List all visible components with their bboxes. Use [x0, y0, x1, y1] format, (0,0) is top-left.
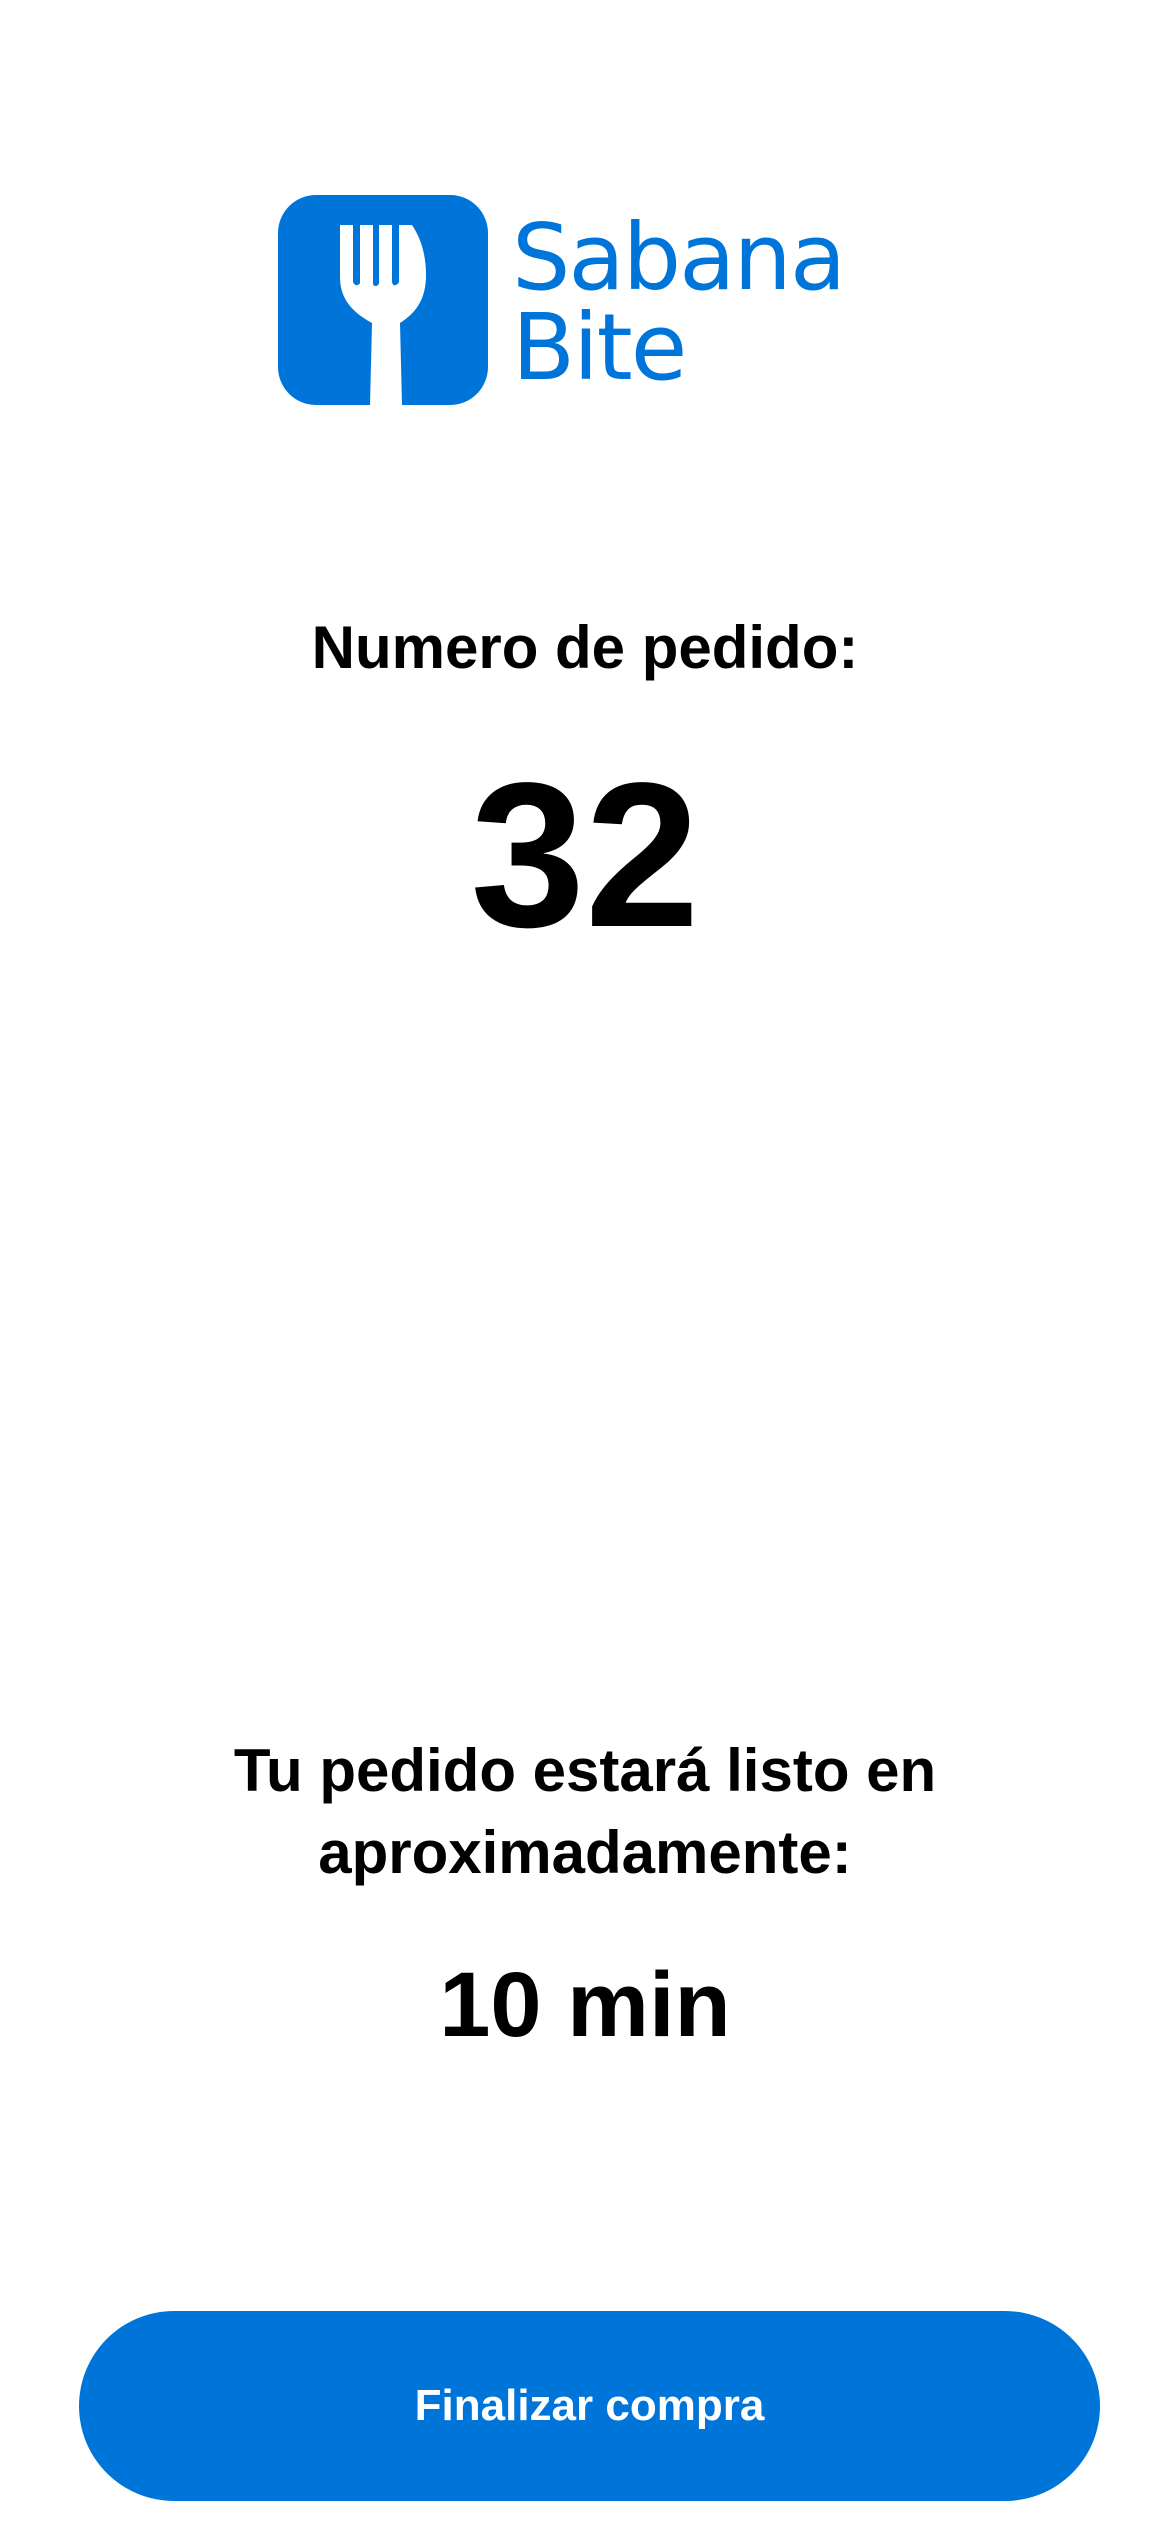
order-number-label: Numero de pedido: [311, 614, 859, 681]
ready-time-value: 10 min [439, 1954, 731, 2056]
ready-time-label-line-1: Tu pedido estará listo en [233, 1737, 937, 1804]
brand-name: Sabana Bite [512, 204, 846, 401]
ready-time-label: Tu pedido estará listo en aproximadament… [0, 1730, 1170, 1894]
ready-time-label-line-2: aproximadamente: [318, 1819, 852, 1886]
brand-line-1: Sabana [512, 204, 846, 311]
finish-purchase-label: Finalizar compra [414, 2381, 765, 2430]
logo-mark [278, 195, 488, 405]
brand-line-2: Bite [512, 294, 687, 401]
finish-purchase-button[interactable]: Finalizar compra [79, 2311, 1100, 2501]
order-number-value: 32 [470, 740, 700, 970]
fork-icon [340, 225, 426, 405]
app-logo: Sabana Bite [278, 195, 878, 405]
